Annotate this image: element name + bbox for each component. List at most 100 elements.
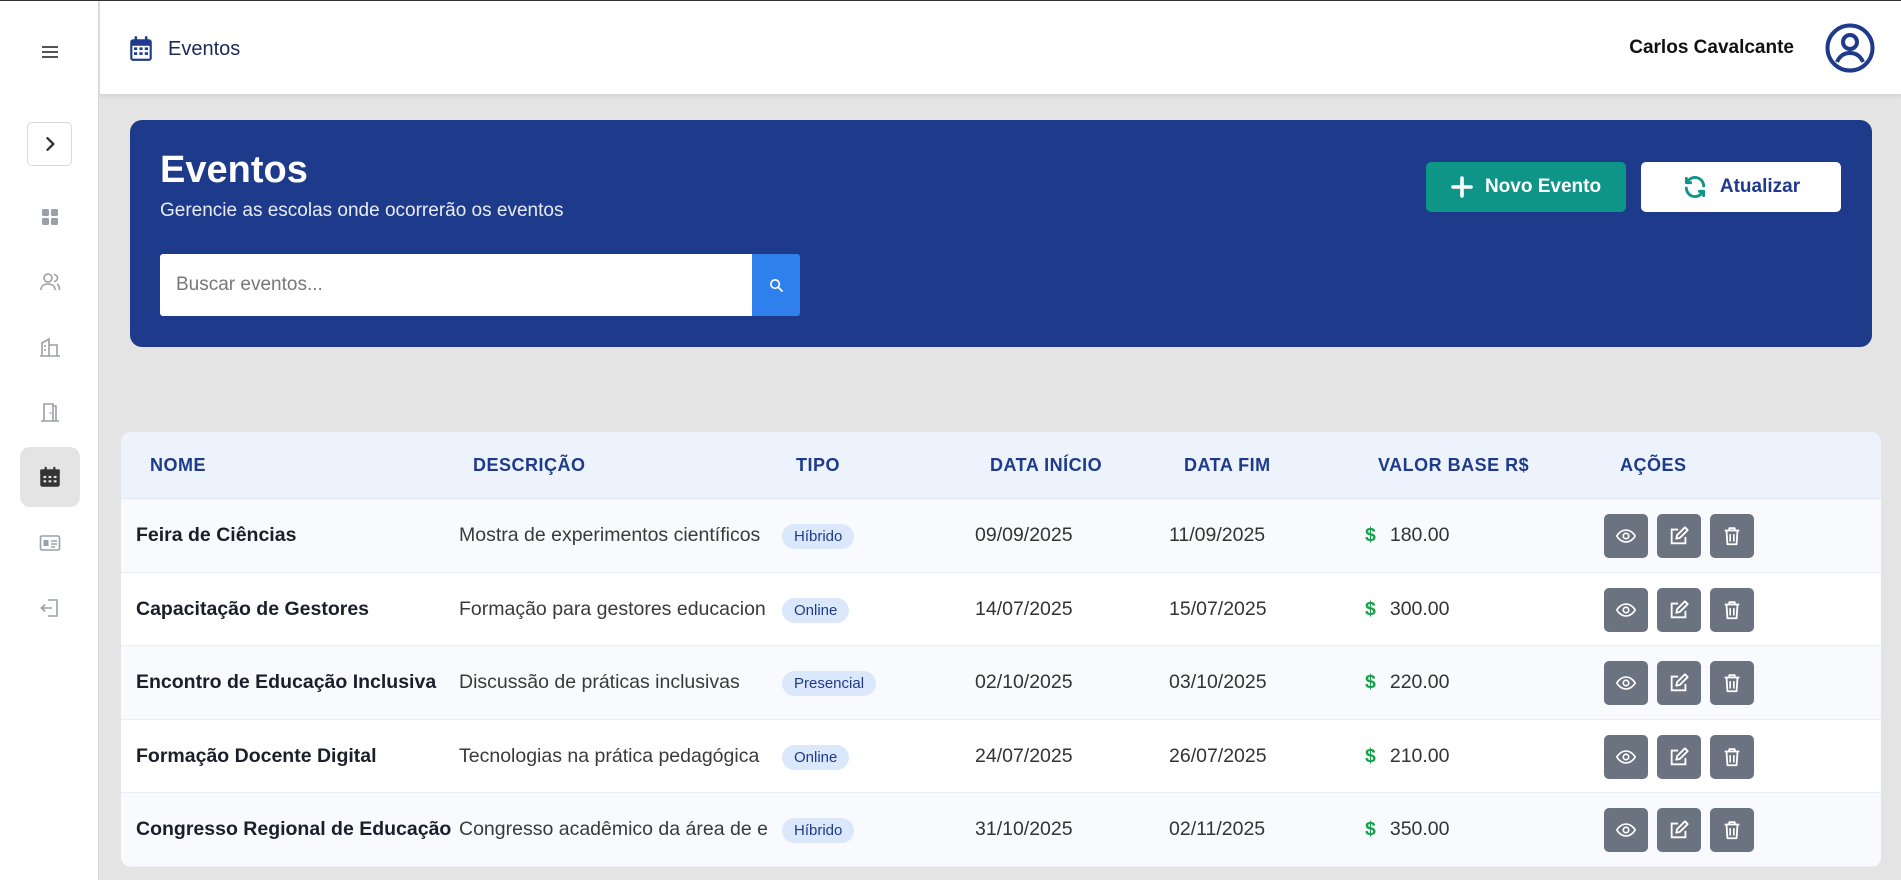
- table-header: NOME DESCRIÇÃO TIPO DATA INÍCIO DATA FIM…: [121, 432, 1881, 499]
- event-start-date: 09/09/2025: [975, 524, 1073, 546]
- plus-icon: [1451, 176, 1473, 198]
- trash-icon: [1724, 527, 1740, 546]
- event-base-value: $ 220.00: [1365, 671, 1450, 694]
- eye-icon: [1615, 676, 1637, 690]
- new-event-button[interactable]: Novo Evento: [1426, 162, 1626, 212]
- column-header-base-value[interactable]: VALOR BASE R$: [1378, 455, 1529, 476]
- column-header-end-date[interactable]: DATA FIM: [1184, 455, 1271, 476]
- dollar-icon: $: [1365, 524, 1376, 546]
- event-start-date: 14/07/2025: [975, 597, 1073, 620]
- column-header-type[interactable]: TIPO: [796, 455, 840, 476]
- event-value-amount: 210.00: [1389, 744, 1450, 767]
- refresh-label: Atualizar: [1719, 176, 1801, 197]
- delete-button[interactable]: [1710, 661, 1754, 706]
- delete-button[interactable]: [1710, 808, 1754, 853]
- event-end-date: 11/09/2025: [1169, 524, 1266, 546]
- event-type-badge: Online: [782, 597, 850, 623]
- menu-icon[interactable]: [0, 27, 99, 77]
- event-base-value: $ 300.00: [1365, 598, 1450, 621]
- event-description: Tecnologias na prática pedagógica: [459, 744, 760, 767]
- door-icon: [40, 403, 59, 422]
- table-body: Feira de Ciências Mostra de experimentos…: [121, 499, 1881, 867]
- search-icon: [769, 278, 783, 292]
- event-name: Feira de Ciências: [136, 524, 297, 546]
- event-start-date: 02/10/2025: [975, 671, 1073, 694]
- edit-button[interactable]: [1657, 808, 1701, 853]
- edit-button[interactable]: [1657, 587, 1701, 632]
- dollar-icon: $: [1365, 597, 1376, 620]
- refresh-icon: [1684, 176, 1705, 198]
- events-table: NOME DESCRIÇÃO TIPO DATA INÍCIO DATA FIM…: [121, 432, 1881, 867]
- event-type-badge: Híbrido: [782, 524, 855, 549]
- table-row[interactable]: Capacitação de Gestores Formação para ge…: [121, 573, 1881, 647]
- sidebar-item-registrations[interactable]: [0, 518, 99, 568]
- event-value-amount: 350.00: [1389, 818, 1450, 841]
- search-input[interactable]: [160, 254, 752, 316]
- column-header-name[interactable]: NOME: [150, 455, 206, 476]
- event-end-date: 15/07/2025: [1169, 597, 1267, 620]
- event-end-date: 26/07/2025: [1169, 744, 1267, 767]
- page-title: Eventos: [168, 37, 241, 60]
- event-description: Discussão de práticas inclusivas: [459, 671, 740, 694]
- table-row[interactable]: Feira de Ciências Mostra de experimentos…: [121, 499, 1881, 573]
- view-button[interactable]: [1604, 808, 1648, 853]
- event-name: Encontro de Educação Inclusiva: [136, 671, 437, 694]
- dollar-icon: $: [1365, 818, 1376, 841]
- row-actions: [1604, 808, 1754, 853]
- breadcrumb: Eventos: [128, 35, 240, 63]
- sidebar: [0, 1, 99, 880]
- table-row[interactable]: Formação Docente Digital Tecnologias na …: [121, 720, 1881, 794]
- event-end-date: 03/10/2025: [1169, 671, 1267, 694]
- edit-icon: [1670, 820, 1689, 839]
- table-row[interactable]: Congresso Regional de Educação Congresso…: [121, 793, 1881, 867]
- building-icon: [39, 337, 60, 357]
- dollar-icon: $: [1365, 744, 1376, 767]
- delete-button[interactable]: [1710, 587, 1754, 632]
- id-card-icon: [39, 535, 60, 551]
- event-value-amount: 220.00: [1389, 671, 1450, 694]
- column-header-start-date[interactable]: DATA INÍCIO: [990, 455, 1102, 476]
- delete-button[interactable]: [1710, 514, 1754, 558]
- event-type-badge: Híbrido: [782, 818, 855, 844]
- refresh-button[interactable]: Atualizar: [1641, 162, 1841, 212]
- row-actions: [1604, 734, 1754, 779]
- event-base-value: $ 210.00: [1365, 745, 1450, 768]
- delete-button[interactable]: [1710, 734, 1754, 779]
- hero-title: Eventos: [160, 149, 308, 191]
- sidebar-item-events[interactable]: [20, 447, 80, 507]
- trash-icon: [1724, 821, 1740, 840]
- event-name: Formação Docente Digital: [136, 744, 377, 767]
- sidebar-item-logout[interactable]: [0, 583, 99, 633]
- eye-icon: [1615, 602, 1637, 617]
- edit-button[interactable]: [1657, 734, 1701, 779]
- search-button[interactable]: [752, 254, 800, 316]
- sidebar-item-schools[interactable]: [0, 322, 99, 372]
- user-avatar-icon[interactable]: [1825, 23, 1875, 73]
- row-actions: [1604, 661, 1754, 706]
- event-value-amount: 180.00: [1389, 524, 1450, 546]
- event-name: Congresso Regional de Educação: [136, 818, 452, 841]
- sidebar-item-dashboard[interactable]: [0, 192, 99, 242]
- search-bar: [160, 254, 800, 316]
- event-description: Formação para gestores educacion: [459, 597, 766, 620]
- expand-sidebar-button[interactable]: [27, 122, 72, 166]
- table-row[interactable]: Encontro de Educação Inclusiva Discussão…: [121, 646, 1881, 720]
- events-header-panel: Eventos Gerencie as escolas onde ocorrer…: [130, 120, 1872, 347]
- eye-icon: [1615, 749, 1637, 764]
- eye-icon: [1615, 823, 1637, 838]
- chevron-right-icon: [45, 137, 54, 151]
- view-button[interactable]: [1604, 661, 1648, 706]
- dashboard-icon: [41, 209, 58, 225]
- column-header-description[interactable]: DESCRIÇÃO: [473, 455, 586, 476]
- edit-button[interactable]: [1657, 514, 1701, 558]
- view-button[interactable]: [1604, 587, 1648, 632]
- edit-button[interactable]: [1657, 661, 1701, 706]
- event-description: Congresso acadêmico da área de e: [459, 818, 768, 841]
- view-button[interactable]: [1604, 514, 1648, 558]
- event-base-value: $ 180.00: [1365, 524, 1450, 547]
- sidebar-item-users[interactable]: [0, 257, 99, 307]
- view-button[interactable]: [1604, 734, 1648, 779]
- row-actions: [1604, 587, 1754, 632]
- new-event-label: Novo Evento: [1484, 176, 1602, 197]
- sidebar-item-rooms[interactable]: [0, 387, 99, 437]
